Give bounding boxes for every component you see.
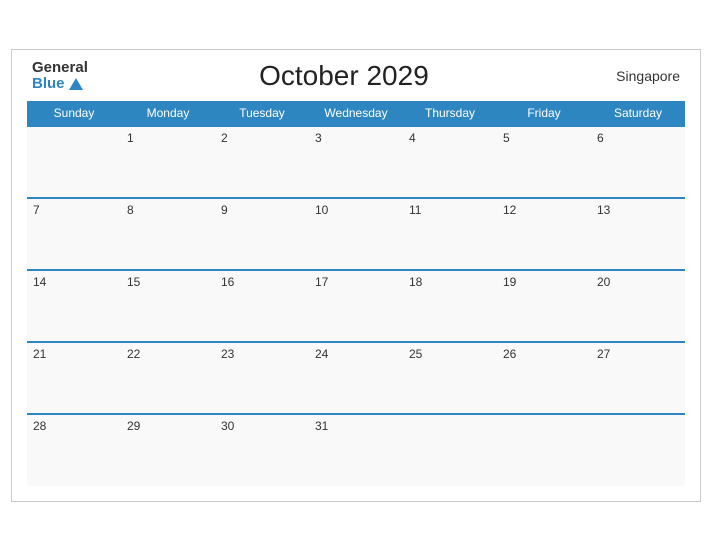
weekday-sunday: Sunday bbox=[27, 101, 121, 126]
day-number: 15 bbox=[127, 275, 140, 289]
calendar-cell: 7 bbox=[27, 198, 121, 270]
day-number: 23 bbox=[221, 347, 234, 361]
calendar-cell: 6 bbox=[591, 126, 685, 198]
weekday-thursday: Thursday bbox=[403, 101, 497, 126]
calendar-cell: 4 bbox=[403, 126, 497, 198]
calendar-title: October 2029 bbox=[88, 60, 600, 92]
calendar-cell: 11 bbox=[403, 198, 497, 270]
day-number: 28 bbox=[33, 419, 46, 433]
day-number: 9 bbox=[221, 203, 228, 217]
calendar-cell bbox=[403, 414, 497, 486]
calendar-cell: 24 bbox=[309, 342, 403, 414]
calendar-cell: 19 bbox=[497, 270, 591, 342]
calendar-header: General Blue October 2029 Singapore bbox=[27, 60, 685, 93]
calendar-cell: 1 bbox=[121, 126, 215, 198]
calendar-cell: 13 bbox=[591, 198, 685, 270]
day-number: 12 bbox=[503, 203, 516, 217]
calendar-cell: 3 bbox=[309, 126, 403, 198]
day-number: 26 bbox=[503, 347, 516, 361]
calendar-cell: 27 bbox=[591, 342, 685, 414]
weekday-tuesday: Tuesday bbox=[215, 101, 309, 126]
day-number: 17 bbox=[315, 275, 328, 289]
day-number: 8 bbox=[127, 203, 134, 217]
calendar-cell: 2 bbox=[215, 126, 309, 198]
day-number: 1 bbox=[127, 131, 134, 145]
day-number: 7 bbox=[33, 203, 40, 217]
calendar-cell: 8 bbox=[121, 198, 215, 270]
logo-blue-text: Blue bbox=[32, 76, 88, 93]
weekday-wednesday: Wednesday bbox=[309, 101, 403, 126]
day-number: 24 bbox=[315, 347, 328, 361]
day-number: 16 bbox=[221, 275, 234, 289]
day-number: 27 bbox=[597, 347, 610, 361]
calendar-cell: 16 bbox=[215, 270, 309, 342]
calendar-cell: 22 bbox=[121, 342, 215, 414]
weekday-saturday: Saturday bbox=[591, 101, 685, 126]
calendar-cell: 18 bbox=[403, 270, 497, 342]
day-number: 6 bbox=[597, 131, 604, 145]
calendar-cell: 15 bbox=[121, 270, 215, 342]
day-number: 5 bbox=[503, 131, 510, 145]
calendar-weekdays-row: Sunday Monday Tuesday Wednesday Thursday… bbox=[27, 101, 685, 126]
calendar-cell: 10 bbox=[309, 198, 403, 270]
day-number: 20 bbox=[597, 275, 610, 289]
calendar-cell bbox=[27, 126, 121, 198]
day-number: 10 bbox=[315, 203, 328, 217]
calendar-body: 1234567891011121314151617181920212223242… bbox=[27, 126, 685, 486]
calendar-cell bbox=[591, 414, 685, 486]
calendar-cell: 17 bbox=[309, 270, 403, 342]
calendar-cell: 14 bbox=[27, 270, 121, 342]
calendar: General Blue October 2029 Singapore Sund… bbox=[11, 49, 701, 502]
calendar-cell: 21 bbox=[27, 342, 121, 414]
calendar-cell: 26 bbox=[497, 342, 591, 414]
day-number: 3 bbox=[315, 131, 322, 145]
calendar-cell: 23 bbox=[215, 342, 309, 414]
day-number: 29 bbox=[127, 419, 140, 433]
day-number: 18 bbox=[409, 275, 422, 289]
calendar-cell: 25 bbox=[403, 342, 497, 414]
day-number: 22 bbox=[127, 347, 140, 361]
calendar-cell: 30 bbox=[215, 414, 309, 486]
calendar-cell: 29 bbox=[121, 414, 215, 486]
day-number: 30 bbox=[221, 419, 234, 433]
day-number: 14 bbox=[33, 275, 46, 289]
day-number: 25 bbox=[409, 347, 422, 361]
day-number: 21 bbox=[33, 347, 46, 361]
day-number: 19 bbox=[503, 275, 516, 289]
logo: General Blue bbox=[32, 60, 88, 93]
logo-general-text: General bbox=[32, 60, 88, 77]
calendar-table: Sunday Monday Tuesday Wednesday Thursday… bbox=[27, 101, 685, 486]
calendar-cell: 9 bbox=[215, 198, 309, 270]
weekday-monday: Monday bbox=[121, 101, 215, 126]
calendar-cell: 20 bbox=[591, 270, 685, 342]
weekday-friday: Friday bbox=[497, 101, 591, 126]
calendar-cell: 5 bbox=[497, 126, 591, 198]
day-number: 31 bbox=[315, 419, 328, 433]
calendar-cell bbox=[497, 414, 591, 486]
calendar-region: Singapore bbox=[600, 68, 680, 84]
day-number: 11 bbox=[409, 203, 421, 217]
calendar-cell: 28 bbox=[27, 414, 121, 486]
day-number: 4 bbox=[409, 131, 416, 145]
calendar-cell: 31 bbox=[309, 414, 403, 486]
day-number: 13 bbox=[597, 203, 610, 217]
calendar-cell: 12 bbox=[497, 198, 591, 270]
day-number: 2 bbox=[221, 131, 228, 145]
logo-triangle-icon bbox=[69, 78, 83, 90]
